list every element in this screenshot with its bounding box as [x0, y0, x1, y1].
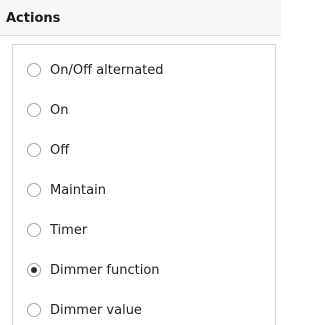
option-label: Dimmer value	[50, 302, 142, 318]
radio-button[interactable]	[27, 103, 41, 117]
option-label: Timer	[50, 222, 88, 238]
option-maintain[interactable]: Maintain	[27, 178, 267, 202]
option-label: Off	[50, 142, 70, 158]
panel-title: Actions	[6, 11, 61, 26]
option-off[interactable]: Off	[27, 138, 267, 162]
option-label: Maintain	[50, 182, 106, 198]
radio-button[interactable]	[27, 223, 41, 237]
radio-button[interactable]	[27, 143, 41, 157]
option-label: On/Off alternated	[50, 62, 164, 78]
option-dimmer-function[interactable]: Dimmer function	[27, 258, 267, 282]
radio-button[interactable]	[27, 63, 41, 77]
actions-panel: Actions On/Off alternated On Off Maintai…	[0, 0, 281, 325]
option-dimmer-value[interactable]: Dimmer value	[27, 298, 267, 322]
option-label: Dimmer function	[50, 262, 160, 278]
radio-button[interactable]	[27, 263, 41, 277]
radio-button[interactable]	[27, 183, 41, 197]
option-timer[interactable]: Timer	[27, 218, 267, 242]
option-label: On	[50, 102, 69, 118]
actions-radio-group: On/Off alternated On Off Maintain Timer …	[12, 44, 276, 325]
radio-button[interactable]	[27, 303, 41, 317]
option-on-off-alternated[interactable]: On/Off alternated	[27, 58, 267, 82]
option-on[interactable]: On	[27, 98, 267, 122]
panel-header: Actions	[0, 0, 281, 36]
